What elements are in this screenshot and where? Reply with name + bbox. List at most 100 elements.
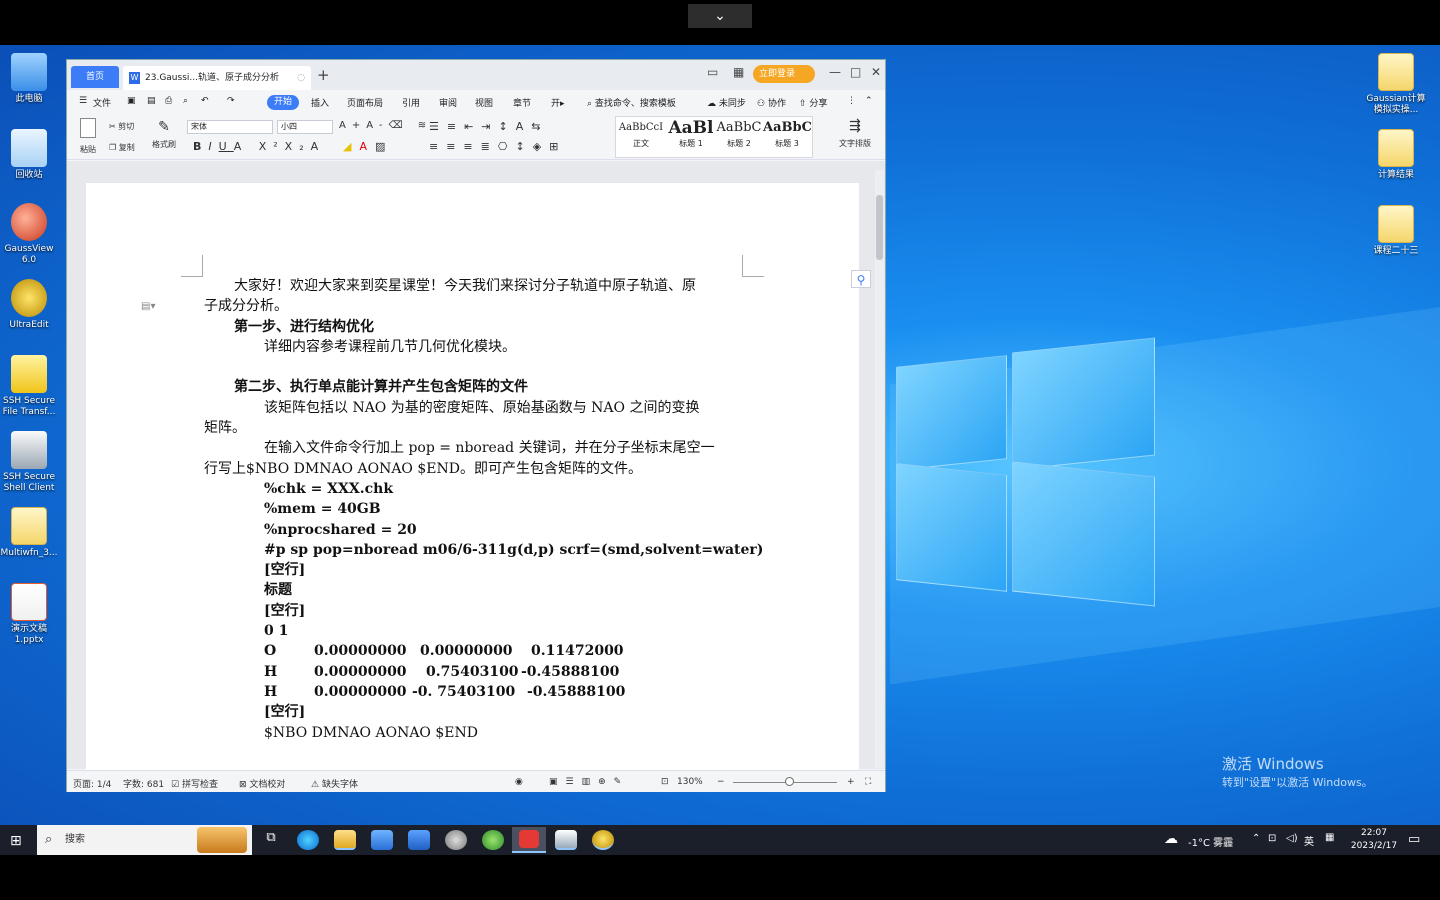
menu-review[interactable]: 审阅 xyxy=(439,96,457,109)
font-size-controls[interactable]: A+A-⌫ ≋ xyxy=(339,120,432,131)
zoom-slider-thumb[interactable] xyxy=(785,777,794,786)
menu-references[interactable]: 引用 xyxy=(402,96,420,109)
copy-button[interactable]: ❐ 复制 xyxy=(109,142,135,153)
command-search[interactable]: ⌕ 查找命令、搜索模板 xyxy=(587,96,676,109)
desktop-icon-course-folder[interactable]: 课程二十三 xyxy=(1366,205,1426,257)
ssh-icon[interactable] xyxy=(555,830,577,850)
zoom-level[interactable]: 130% xyxy=(677,777,703,787)
desktop-icon-results-folder[interactable]: 计算结果 xyxy=(1366,129,1426,181)
location-pin-icon[interactable]: ⚲ xyxy=(851,270,871,288)
proofread-button[interactable]: ⊠ 文档校对 xyxy=(239,777,285,790)
apps-grid-icon[interactable]: ▦ xyxy=(733,65,744,79)
login-button[interactable]: 立即登录 xyxy=(753,65,815,83)
collab-button[interactable]: ⚇ 协作 xyxy=(757,96,786,109)
tab-document[interactable]: W 23.Gaussi...轨道、原子成分分析 ◌ xyxy=(123,66,311,90)
ultraedit-icon[interactable] xyxy=(592,830,614,850)
menu-view[interactable]: 视图 xyxy=(475,96,493,109)
document-page[interactable]: ▤▾ 大家好！欢迎大家来到奕星课堂！今天我们来探讨分子轨道中原子轨道、原 子成分… xyxy=(86,183,859,773)
text-layout-button[interactable]: ⇶ 文字排版 xyxy=(835,118,875,149)
wps-taskbar-button[interactable] xyxy=(512,827,546,853)
notification-icon[interactable]: ▭ xyxy=(1408,832,1420,847)
hamburger-icon[interactable]: ☰ xyxy=(79,96,87,106)
desktop-icon-gaussian-folder[interactable]: Gaussian计算模拟实操... xyxy=(1366,53,1426,116)
zoom-in-button[interactable]: + xyxy=(847,777,855,787)
style-heading-1[interactable]: AaBl 标题 1 xyxy=(667,118,715,154)
menu-more[interactable]: 开▸ xyxy=(551,96,565,109)
highlight-color-controls[interactable]: ◢A▨ xyxy=(343,140,393,153)
save-icon[interactable]: ▣ xyxy=(127,96,136,106)
chevron-down-icon[interactable]: ⌄ xyxy=(688,4,752,28)
preview-icon[interactable]: ⌕ xyxy=(183,96,188,106)
taskbar-search[interactable]: ⌕ 搜索 xyxy=(37,825,252,855)
menu-file[interactable]: 文件 xyxy=(93,96,111,109)
edge-icon[interactable] xyxy=(297,830,319,850)
style-heading-3[interactable]: AaBbC 标题 3 xyxy=(763,118,811,154)
format-painter-button[interactable]: ✎ 格式刷 xyxy=(149,119,179,150)
windows-start-icon[interactable]: ⊞ xyxy=(10,833,22,849)
volume-icon[interactable]: ◁) xyxy=(1286,833,1298,844)
weather-text[interactable]: -1°C 雾霾 xyxy=(1188,834,1233,849)
style-heading-2[interactable]: AaBbC 标题 2 xyxy=(715,118,763,154)
menu-insert[interactable]: 插入 xyxy=(311,96,329,109)
desktop-icon-ultraedit[interactable]: UltraEdit xyxy=(0,279,59,331)
menu-layout[interactable]: 页面布局 xyxy=(347,96,383,109)
undo-icon[interactable]: ↶ xyxy=(201,96,209,106)
desktop-icon-gaussview[interactable]: GaussView 6.0 xyxy=(0,203,59,266)
maximize-button[interactable]: □ xyxy=(850,65,861,79)
list-controls[interactable]: ☰≡⇤⇥↕A⇆ xyxy=(429,120,548,133)
eye-protect-icon[interactable]: ◉ xyxy=(515,777,523,787)
font-size-select[interactable]: 小四 xyxy=(277,120,333,134)
new-tab-button[interactable]: + xyxy=(317,66,330,84)
input-language[interactable]: 英 xyxy=(1304,833,1314,848)
style-normal[interactable]: AaBbCcI 正文 xyxy=(617,118,665,154)
network-icon[interactable]: ⊡ xyxy=(1268,833,1276,844)
weather-icon[interactable]: ☁ xyxy=(1164,831,1178,847)
green-app-icon[interactable] xyxy=(482,830,504,850)
store-icon[interactable] xyxy=(371,830,393,850)
text-format-controls[interactable]: BIUA X²X₂A xyxy=(193,140,325,153)
zoom-out-button[interactable]: − xyxy=(717,777,725,787)
word-count[interactable]: 字数: 681 xyxy=(123,777,164,790)
paste-button[interactable]: 粘贴 xyxy=(77,118,99,158)
tab-home[interactable]: 首页 xyxy=(71,66,119,88)
fit-page-icon[interactable]: ⊡ xyxy=(661,777,669,787)
menu-chapter[interactable]: 章节 xyxy=(513,96,531,109)
tray-chevron-icon[interactable]: ⌃ xyxy=(1252,833,1260,844)
sync-button[interactable]: ☁ 未同步 xyxy=(707,96,746,109)
close-button[interactable]: ✕ xyxy=(871,65,881,79)
spell-check-toggle[interactable]: ☑ 拼写检查 xyxy=(171,777,218,790)
vertical-scrollbar[interactable] xyxy=(875,170,884,768)
view-mode-icons[interactable]: ▣☰▥⊕✎ xyxy=(549,777,629,787)
task-view-icon[interactable]: ⧉ xyxy=(260,830,282,850)
page-count[interactable]: 页面: 1/4 xyxy=(73,777,111,790)
mail-icon[interactable] xyxy=(408,830,430,850)
ime-grid-icon[interactable]: ▦ xyxy=(1325,832,1334,843)
desktop-icon-pptx[interactable]: 演示文稿1.pptx xyxy=(0,583,59,646)
paragraph-marker-icon[interactable]: ▤▾ xyxy=(141,301,155,312)
cut-button[interactable]: ✂ 剪切 xyxy=(109,121,134,132)
menu-start[interactable]: 开始 xyxy=(267,95,299,110)
export-icon[interactable]: ▤ xyxy=(147,96,156,106)
scrollbar-thumb[interactable] xyxy=(876,195,883,260)
desktop-icon-ssh-shell[interactable]: SSH Secure Shell Client xyxy=(0,431,59,494)
print-icon[interactable]: ⎙ xyxy=(165,96,172,106)
code-line: %mem = 40GB xyxy=(264,501,381,518)
layout-icon[interactable]: ▭ xyxy=(707,65,718,79)
collapse-ribbon-icon[interactable]: ⌃ xyxy=(865,96,873,106)
desktop-icon-ssh-file-transfer[interactable]: SSH Secure File Transf... xyxy=(0,355,59,418)
desktop-icon-computer[interactable]: 此电脑 xyxy=(0,53,59,105)
desktop-icon-recycle-bin[interactable]: 回收站 xyxy=(0,129,59,181)
tab-close-icon[interactable]: ◌ xyxy=(297,66,305,90)
file-explorer-icon[interactable] xyxy=(334,830,356,850)
share-button[interactable]: ⇧ 分享 xyxy=(799,96,827,109)
system-clock[interactable]: 22:07 2023/2/17 xyxy=(1348,827,1400,853)
more-options-icon[interactable]: ⋮ xyxy=(847,96,856,106)
missing-font-button[interactable]: ⚠ 缺失字体 xyxy=(311,777,358,790)
fullscreen-icon[interactable]: ⛶ xyxy=(865,777,871,787)
gaussview-icon[interactable] xyxy=(445,830,467,850)
alignment-controls[interactable]: ≡≡≡≣⎔↕◈⊞ xyxy=(429,140,566,153)
minimize-button[interactable]: — xyxy=(829,65,841,79)
font-name-select[interactable]: 宋体 xyxy=(187,120,273,134)
desktop-icon-multiwfn[interactable]: Multiwfn_3... xyxy=(0,507,59,559)
redo-icon[interactable]: ↷ xyxy=(227,96,235,106)
